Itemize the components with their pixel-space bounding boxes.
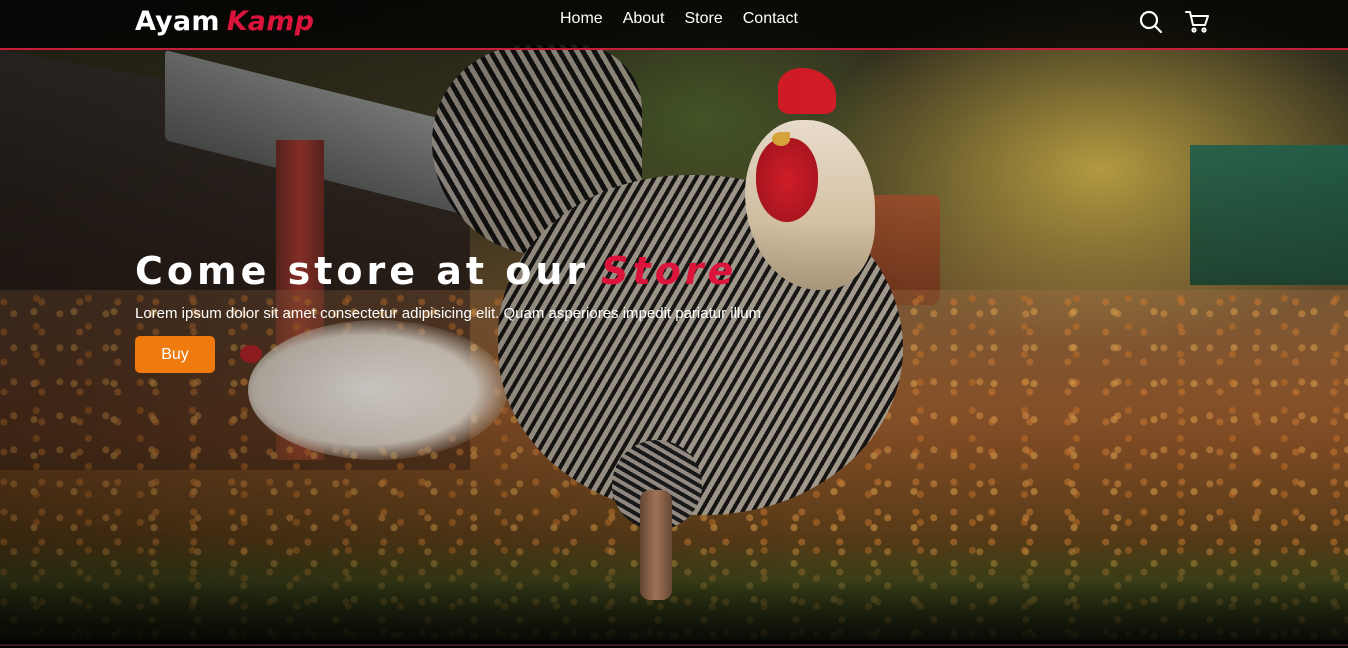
nav-link-contact[interactable]: Contact	[743, 10, 798, 28]
logo-main-text: Ayam	[135, 6, 220, 37]
nav-link-home[interactable]: Home	[560, 10, 603, 28]
cart-icon[interactable]	[1184, 9, 1210, 35]
search-icon[interactable]	[1138, 9, 1164, 35]
nav-link-store[interactable]: Store	[685, 10, 723, 28]
nav-links: Home About Store Contact	[560, 10, 818, 28]
nav-link-about[interactable]: About	[623, 10, 665, 28]
hero-title: Come store at our Store	[135, 250, 835, 292]
bottom-divider	[0, 644, 1348, 646]
nav-icons	[1138, 9, 1210, 35]
hero-title-accent: Store	[601, 249, 738, 293]
logo-accent-text: Kamp	[226, 6, 315, 37]
hero-title-main: Come store at our	[135, 249, 590, 293]
navbar: Ayam Kamp Home About Store Contact	[0, 0, 1348, 50]
hero-description: Lorem ipsum dolor sit amet consectetur a…	[135, 305, 762, 322]
hero-content: Come store at our Store Lorem ipsum dolor…	[135, 250, 835, 373]
buy-button[interactable]: Buy	[135, 336, 215, 373]
site-logo[interactable]: Ayam Kamp	[135, 6, 314, 37]
